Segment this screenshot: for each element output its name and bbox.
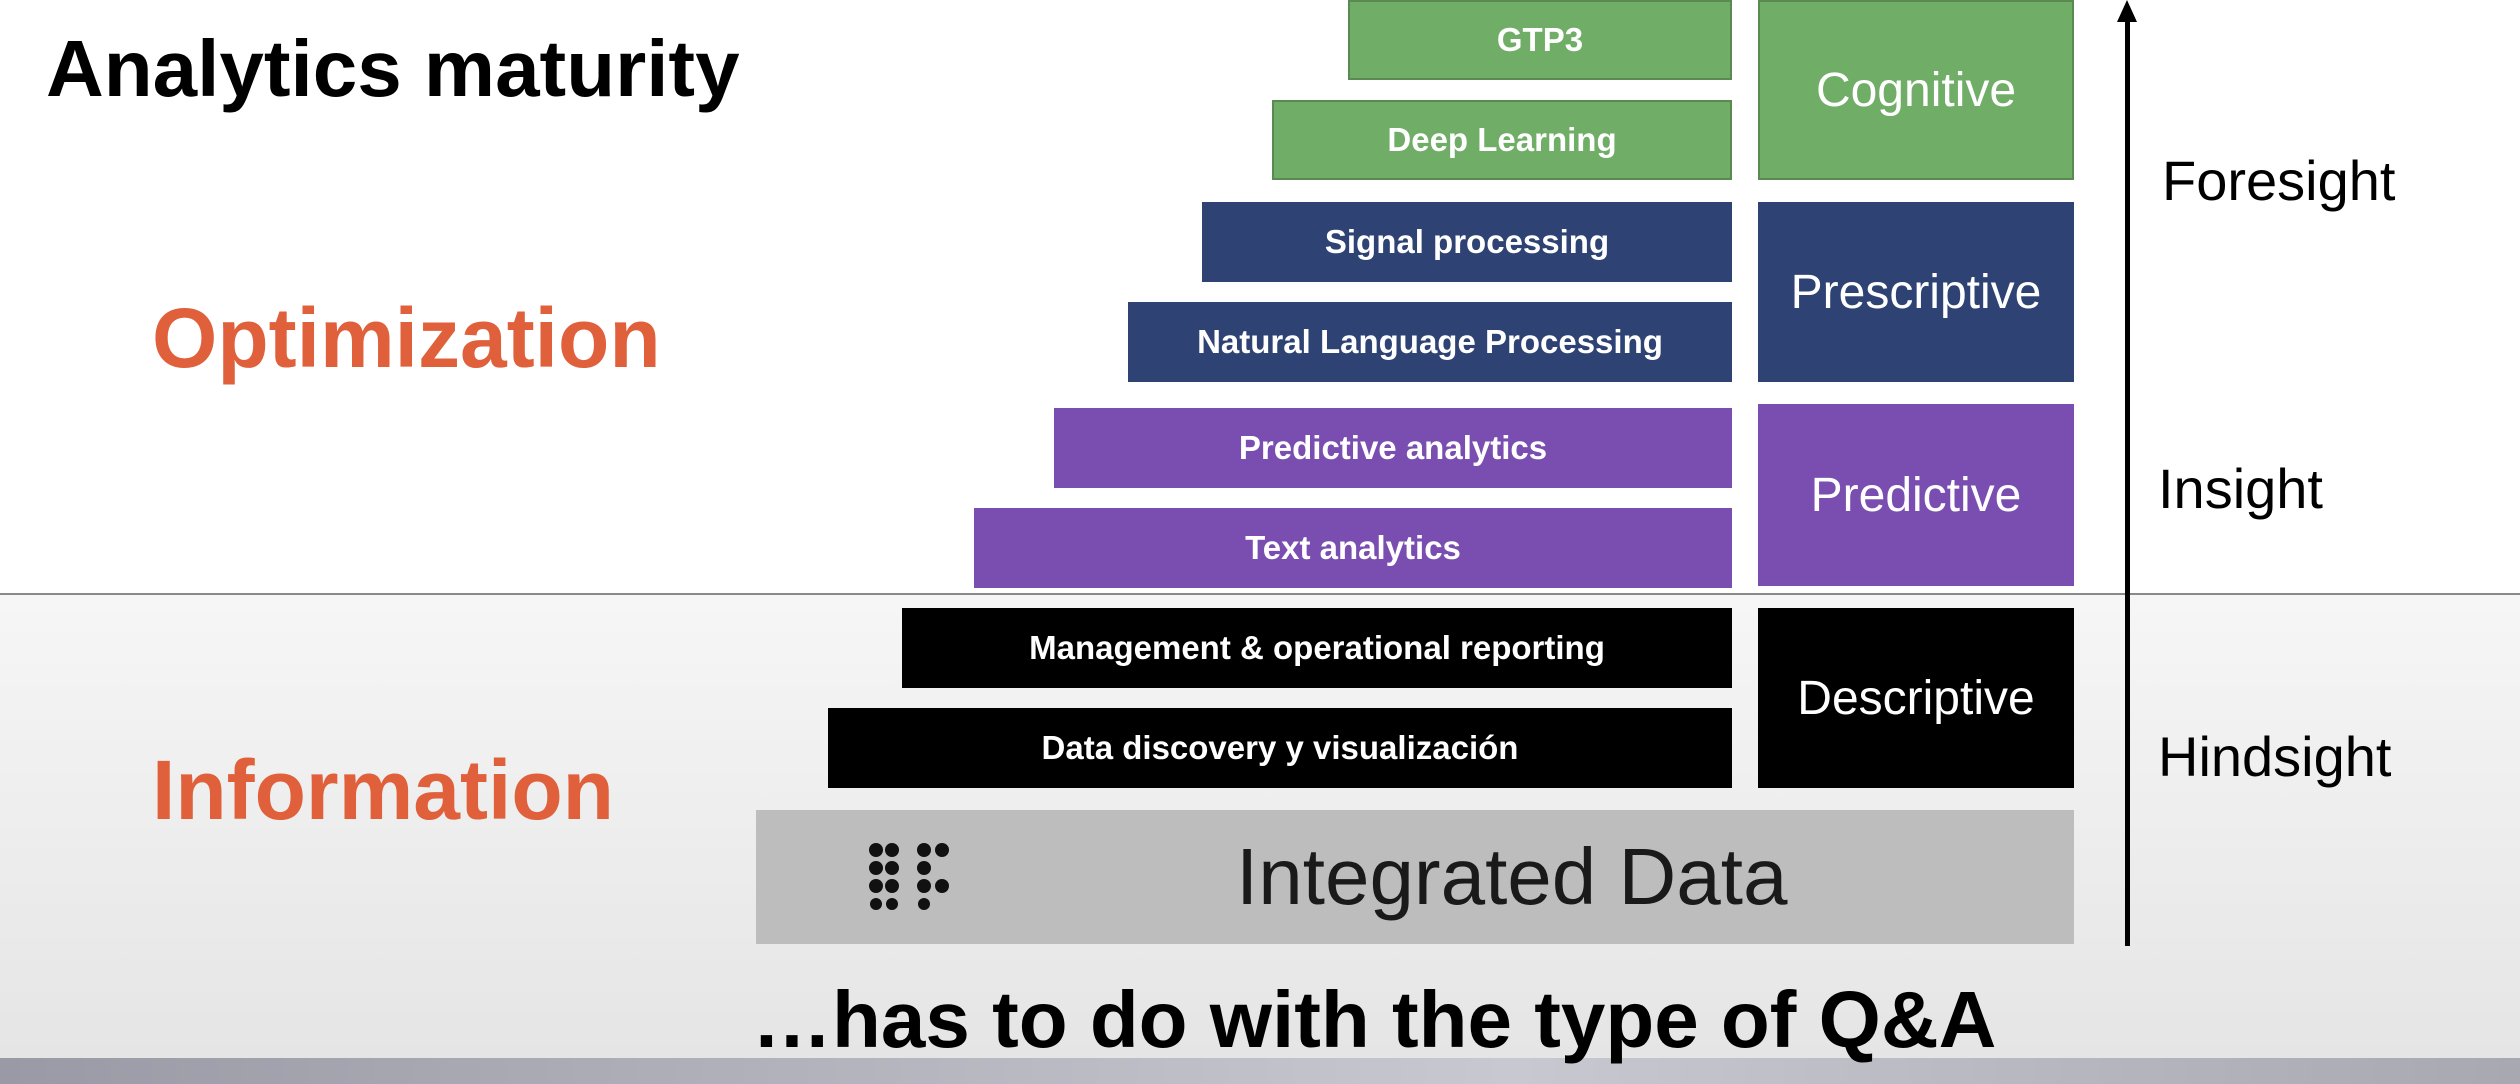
technique-bar-management-reporting: Management & operational reporting: [902, 608, 1732, 688]
category-prescriptive: Prescriptive: [1758, 202, 2074, 382]
technique-bar-deep-learning: Deep Learning: [1272, 100, 1732, 180]
integrated-data-foundation: Integrated Data: [756, 810, 2074, 944]
slide-title: Analytics maturity: [46, 24, 740, 113]
technique-bar-nlp: Natural Language Processing: [1128, 302, 1732, 382]
arrow-up-icon: [2117, 0, 2137, 22]
technique-bar-signal-processing: Signal processing: [1202, 202, 1732, 282]
braille-dots-icon: [869, 843, 949, 910]
stage-label-hindsight: Hindsight: [2158, 725, 2392, 788]
maturity-arrow-line: [2125, 16, 2130, 946]
technique-bar-predictive-analytics: Predictive analytics: [1054, 408, 1732, 488]
stage-label-insight: Insight: [2158, 457, 2323, 520]
information-label: Information: [152, 743, 614, 837]
slide-canvas: Analytics maturity Optimization Informat…: [0, 0, 2520, 1084]
category-descriptive: Descriptive: [1758, 608, 2074, 788]
zone-divider-line: [0, 593, 2520, 595]
optimization-label: Optimization: [152, 291, 661, 385]
technique-bar-data-discovery: Data discovery y visualización: [828, 708, 1732, 788]
stage-label-foresight: Foresight: [2162, 149, 2396, 212]
technique-bar-text-analytics: Text analytics: [974, 508, 1732, 588]
category-cognitive: Cognitive: [1758, 0, 2074, 180]
footer-caption: …has to do with the type of Q&A: [752, 975, 1997, 1064]
foundation-label: Integrated Data: [1236, 832, 1788, 921]
category-predictive: Predictive: [1758, 404, 2074, 586]
technique-bar-gtp3: GTP3: [1348, 0, 1732, 80]
